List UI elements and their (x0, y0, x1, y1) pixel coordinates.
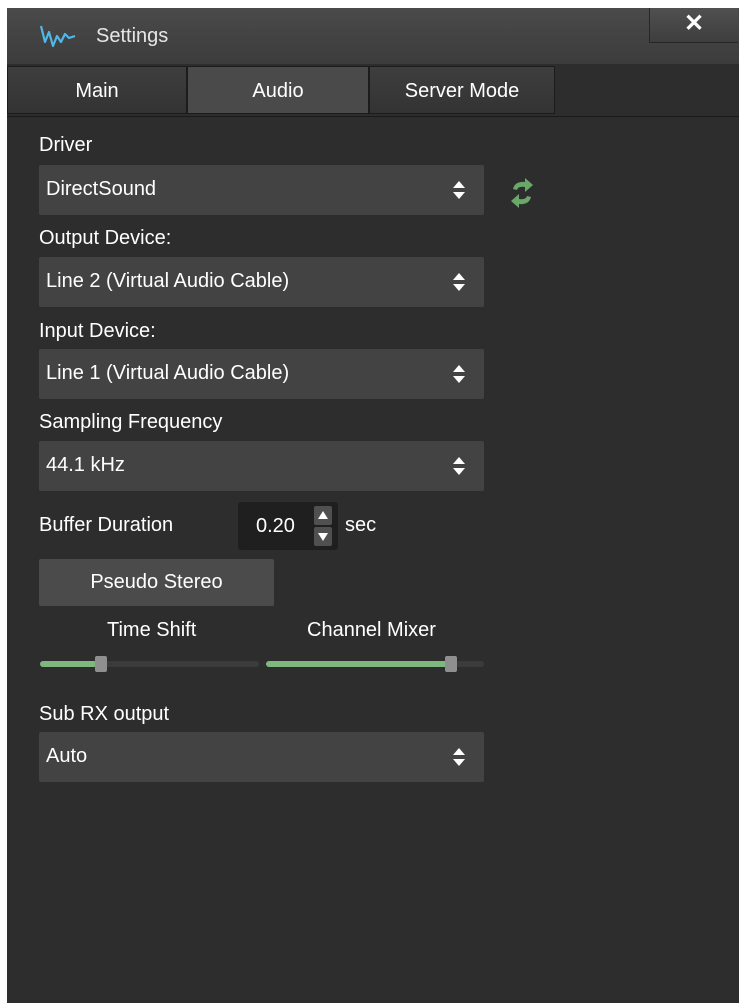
caret-up-icon (318, 511, 328, 519)
buffer-duration-spinbox[interactable]: 0.20 (238, 502, 338, 550)
buffer-duration-unit: sec (345, 514, 377, 536)
spin-down-button[interactable] (314, 527, 332, 546)
buffer-duration-value: 0.20 (256, 515, 295, 537)
title-bar: Settings ✕ (7, 8, 739, 64)
window-title: Settings (96, 25, 169, 47)
output-device-label: Output Device: (39, 227, 172, 249)
close-button[interactable]: ✕ (649, 8, 738, 43)
input-device-value: Line 1 (Virtual Audio Cable) (46, 362, 290, 384)
updown-arrows-icon (453, 748, 465, 766)
output-device-select[interactable]: Line 2 (Virtual Audio Cable) (39, 257, 484, 307)
sampling-frequency-value: 44.1 kHz (46, 454, 125, 476)
refresh-icon[interactable] (507, 175, 537, 211)
slider-handle[interactable] (95, 656, 107, 672)
output-device-value: Line 2 (Virtual Audio Cable) (46, 270, 290, 292)
sub-rx-output-label: Sub RX output (39, 703, 170, 725)
settings-window: Settings ✕ Main Audio Server Mode Driver… (7, 8, 739, 1003)
channel-mixer-slider[interactable] (266, 656, 484, 672)
input-device-select[interactable]: Line 1 (Virtual Audio Cable) (39, 349, 484, 399)
tab-server-mode[interactable]: Server Mode (369, 66, 555, 114)
channel-mixer-label: Channel Mixer (307, 619, 436, 641)
buffer-duration-label: Buffer Duration (39, 514, 174, 536)
sampling-frequency-label: Sampling Frequency (39, 411, 223, 433)
spin-up-button[interactable] (314, 506, 332, 525)
updown-arrows-icon (453, 457, 465, 475)
pseudo-stereo-button[interactable]: Pseudo Stereo (39, 559, 274, 606)
sub-rx-output-select[interactable]: Auto (39, 732, 484, 782)
tab-bar: Main Audio Server Mode (7, 66, 739, 117)
input-device-label: Input Device: (39, 320, 156, 342)
tab-audio[interactable]: Audio (187, 66, 369, 114)
caret-down-icon (318, 533, 328, 541)
tab-main[interactable]: Main (7, 66, 187, 114)
updown-arrows-icon (453, 273, 465, 291)
sampling-frequency-select[interactable]: 44.1 kHz (39, 441, 484, 491)
sub-rx-output-value: Auto (46, 745, 88, 767)
time-shift-label: Time Shift (107, 619, 197, 641)
updown-arrows-icon (453, 181, 465, 199)
updown-arrows-icon (453, 365, 465, 383)
waveform-icon (40, 25, 76, 48)
slider-fill (40, 661, 101, 667)
slider-fill (266, 661, 451, 667)
slider-handle[interactable] (445, 656, 457, 672)
driver-select[interactable]: DirectSound (39, 165, 484, 215)
driver-value: DirectSound (46, 178, 157, 200)
time-shift-slider[interactable] (40, 656, 259, 672)
driver-label: Driver (39, 134, 93, 156)
